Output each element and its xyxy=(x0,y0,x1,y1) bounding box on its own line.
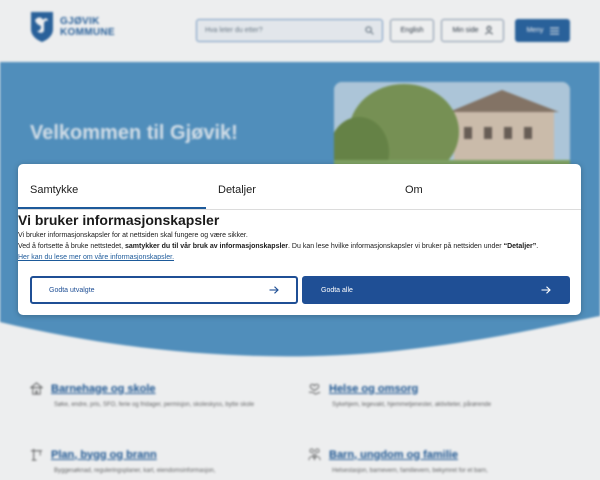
tab-om[interactable]: Om xyxy=(405,184,423,196)
tab-detaljer[interactable]: Detaljer xyxy=(218,184,256,196)
active-tab-indicator xyxy=(18,207,206,209)
accept-all-label: Godta alle xyxy=(321,286,353,294)
details-emphasis: “Detaljer” xyxy=(503,243,537,250)
consent-text-line-2: Ved å fortsette å bruke nettstedet, samt… xyxy=(18,242,538,252)
arrow-right-icon xyxy=(269,286,279,294)
consent-emphasis: samtykker du til vår bruk av informasjon… xyxy=(125,243,289,250)
consent-tabs: Samtykke Detaljer Om xyxy=(18,164,581,210)
consent-text-part: . Du kan lese hvilke informasjonskapsler… xyxy=(288,243,504,250)
consent-text-part: . xyxy=(536,243,539,250)
arrow-right-icon xyxy=(541,286,551,294)
accept-selected-label: Godta utvalgte xyxy=(49,286,95,294)
consent-text-part: Ved å fortsette å bruke nettstedet, xyxy=(18,243,126,250)
cookie-info-link[interactable]: Her kan du lese mer om våre informasjons… xyxy=(18,253,174,263)
tab-samtykke[interactable]: Samtykke xyxy=(30,184,78,196)
cookie-consent-dialog: Samtykke Detaljer Om Vi bruker informasj… xyxy=(18,164,581,315)
accept-selected-button[interactable]: Godta utvalgte xyxy=(30,276,298,304)
accept-all-button[interactable]: Godta alle xyxy=(302,276,570,304)
consent-title: Vi bruker informasjonskapsler xyxy=(18,212,220,228)
consent-text-line-1: Vi bruker informasjonskapsler for at net… xyxy=(18,232,248,239)
